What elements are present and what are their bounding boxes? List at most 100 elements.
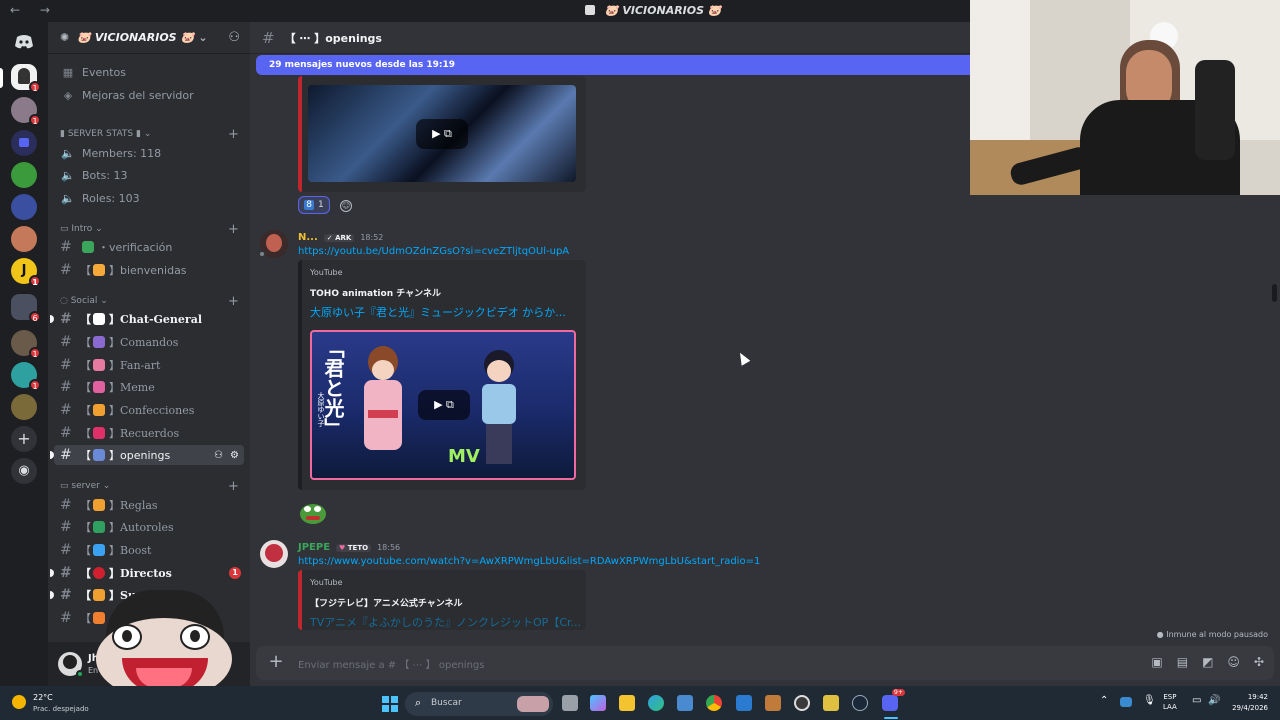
sticker-icon[interactable]: ◩ — [1202, 655, 1213, 669]
server-vicionarios-icon[interactable]: 1 — [11, 64, 41, 93]
message-author[interactable]: N... — [298, 232, 318, 243]
server-icon-2[interactable]: 1 — [11, 97, 41, 126]
message-link[interactable]: https://youtu.be/UdmOZdnZGsO?si=cveZTljt… — [298, 246, 569, 257]
add-server-icon[interactable]: + — [11, 426, 37, 452]
search-box[interactable]: ⌕ Buscar — [405, 692, 553, 716]
folder-icon[interactable] — [11, 130, 37, 156]
discord-home-icon[interactable] — [11, 28, 37, 54]
composer-placeholder[interactable]: Enviar mensaje a # 【 ⋯ 】 openings — [298, 656, 484, 671]
channel-fan-art[interactable]: # 【 】 Fan-art — [54, 355, 244, 375]
weather-temp[interactable]: 22°C — [33, 693, 53, 702]
invite-people-icon[interactable]: ⚇ — [228, 30, 240, 45]
avatar[interactable] — [58, 652, 84, 678]
avatar[interactable] — [260, 540, 288, 568]
channel-autoroles[interactable]: # 【 】 Autoroles — [54, 517, 244, 537]
mail-icon[interactable] — [736, 695, 752, 711]
channel-recuerdos[interactable]: # 【 】 Recuerdos — [54, 423, 244, 443]
embed-title[interactable]: TVアニメ『よふかしのうた』ノンクレジットOP【Cr... — [310, 614, 581, 630]
channel-verificacion[interactable]: # ・ verificación — [54, 237, 244, 257]
server-folder-icon[interactable]: 6 — [11, 294, 41, 323]
message-author[interactable]: JPEPE — [298, 542, 330, 553]
embed-author[interactable]: 【フジテレビ】アニメ公式チャンネル — [310, 596, 463, 609]
stat-bots[interactable]: 🔈 Bots: 13 — [54, 165, 244, 185]
steam-icon[interactable] — [852, 695, 868, 711]
channel-chat-general[interactable]: # 【 】 Chat-General — [50, 309, 244, 329]
message-link[interactable]: https://www.youtube.com/watch?v=AwXRPWmg… — [298, 556, 760, 567]
play-icon[interactable]: ▶ ⧉ — [418, 390, 470, 420]
copilot-icon[interactable] — [590, 695, 606, 711]
channel-comandos[interactable]: # 【 】 Comandos — [54, 332, 244, 352]
network-icon[interactable]: ▭ — [1192, 695, 1201, 706]
emoji-icon[interactable]: ☺ — [1227, 655, 1240, 669]
channel-meme[interactable]: # 【 】 Meme — [54, 377, 244, 397]
pepe-sticker[interactable] — [298, 500, 328, 528]
start-icon[interactable] — [382, 696, 398, 712]
clan-tag[interactable]: ♥ TETO — [336, 543, 372, 552]
play-icon[interactable]: ▶ ⧉ — [416, 119, 468, 149]
invite-icon[interactable]: ⚇ — [214, 450, 223, 461]
explore-icon[interactable]: ◉ — [11, 458, 37, 484]
attach-plus-icon[interactable]: + — [266, 652, 286, 672]
sidebar-item-mejoras[interactable]: ◈ Mejoras del servidor — [54, 85, 244, 105]
server-icon-5[interactable] — [11, 226, 37, 252]
embed-author[interactable]: TOHO animation チャンネル — [310, 286, 441, 299]
chrome-icon[interactable] — [706, 695, 722, 711]
mic-icon[interactable]: 🎙 — [1143, 695, 1156, 706]
app-icon-star[interactable] — [823, 695, 839, 711]
volume-icon[interactable]: 🔊 — [1208, 695, 1220, 706]
video-thumbnail[interactable]: 「君と光」 大原ゆい子 MV ▶ ⧉ — [310, 330, 576, 480]
server-icon-3[interactable] — [11, 162, 37, 188]
category-server-stats[interactable]: ▮ SERVER STATS ▮ ⌄ + — [60, 127, 239, 142]
game-app-icon[interactable] — [765, 695, 781, 711]
channel-openings[interactable]: # 【 】 openings ⚇ ⚙ — [50, 445, 244, 465]
add-reaction-icon[interactable]: ☺ — [340, 200, 352, 212]
clock[interactable]: 19:42 29/4/2026 — [1224, 692, 1268, 714]
add-channel-icon[interactable]: + — [228, 222, 239, 237]
gif-icon[interactable]: ▤ — [1177, 655, 1188, 669]
embed-title[interactable]: 大原ゆい子『君と光』ミュージックビデオ からか... — [310, 304, 566, 320]
apps-icon[interactable]: ✣ — [1254, 655, 1264, 669]
weather-icon[interactable] — [12, 695, 26, 709]
weather-desc[interactable]: Prac. despejado — [33, 705, 89, 713]
server-icon-7[interactable]: 1 — [11, 330, 41, 359]
video-thumbnail[interactable]: ▶ ⧉ — [308, 85, 576, 182]
obs-icon[interactable] — [794, 695, 810, 711]
channel-reglas[interactable]: # 【 】 Reglas — [54, 495, 244, 515]
boost-gem-icon: ✺ — [60, 31, 70, 44]
file-explorer-icon[interactable] — [619, 695, 635, 711]
category-server[interactable]: ▭ server ⌄ + — [60, 479, 239, 494]
add-channel-icon[interactable]: + — [228, 479, 239, 494]
tray-app-icon[interactable] — [1120, 697, 1132, 707]
server-icon-6[interactable]: J1 — [11, 258, 41, 287]
discord-taskbar-icon[interactable]: 9+ — [882, 689, 905, 711]
sidebar-item-eventos[interactable]: ▦ Eventos — [54, 62, 244, 82]
server-icon-9[interactable] — [11, 394, 37, 420]
tray-chevron-icon[interactable]: ⌃ — [1100, 695, 1108, 706]
category-social[interactable]: ◌ Social ⌄ + — [60, 294, 239, 309]
avatar[interactable] — [258, 230, 288, 258]
edge-icon[interactable] — [648, 695, 664, 711]
scrollbar-thumb[interactable] — [1272, 284, 1277, 302]
channel-boost[interactable]: # 【 】 Boost — [54, 540, 244, 560]
history-nav[interactable]: ← → — [10, 3, 58, 17]
task-view-icon[interactable] — [562, 695, 578, 711]
clan-tag[interactable]: ✓ ARK — [323, 233, 355, 242]
server-icon-4[interactable] — [11, 194, 37, 220]
add-channel-icon[interactable]: + — [228, 294, 239, 309]
channel-directos[interactable]: # 【 】 Directos 1 — [50, 563, 244, 583]
store-icon[interactable] — [677, 695, 693, 711]
new-messages-bar[interactable]: 29 mensajes nuevos desde las 19:19 — [256, 55, 970, 75]
gear-icon[interactable]: ⚙ — [230, 450, 239, 461]
language-indicator[interactable]: ESP LAA — [1163, 692, 1177, 712]
category-intro[interactable]: ▭ Intro ⌄ + — [60, 222, 239, 237]
gift-icon[interactable]: ▣ — [1151, 655, 1162, 669]
reaction-8[interactable]: 8 1 — [298, 196, 330, 214]
channel-confecciones[interactable]: # 【 】 Confecciones — [54, 400, 244, 420]
server-header[interactable]: ✺ 🐷 VICIONARIOS 🐷 ⌄ ⚇ — [48, 22, 250, 54]
message-composer[interactable]: + Enviar mensaje a # 【 ⋯ 】 openings ▣ ▤ … — [256, 646, 1274, 680]
add-channel-icon[interactable]: + — [228, 127, 239, 142]
stat-roles[interactable]: 🔈 Roles: 103 — [54, 188, 244, 208]
channel-bienvenidas[interactable]: # 【 】 bienvenidas — [54, 260, 244, 280]
stat-members[interactable]: 🔈 Members: 118 — [54, 143, 244, 163]
server-icon-8[interactable]: 1 — [11, 362, 41, 391]
